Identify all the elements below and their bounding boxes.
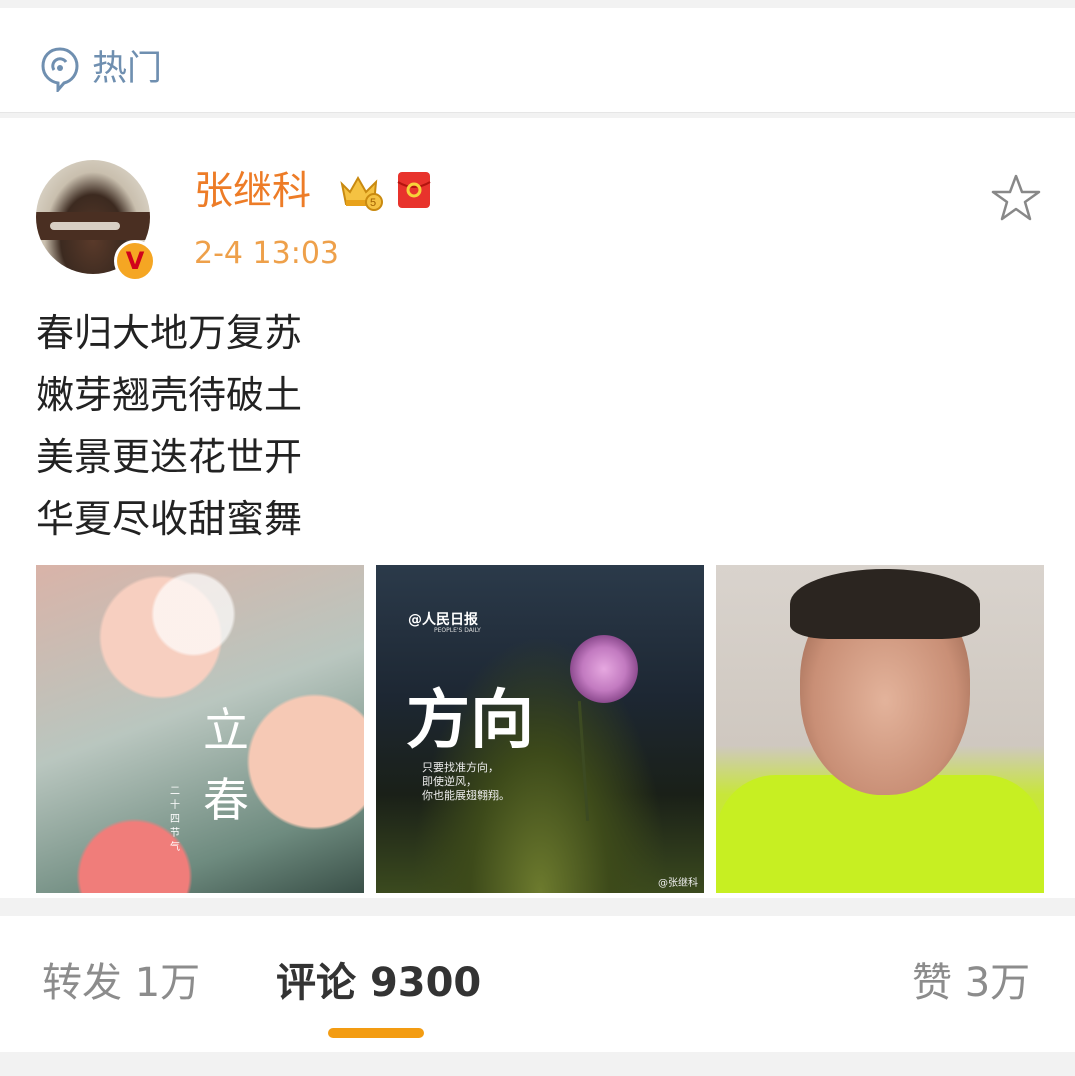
flower-stem bbox=[577, 701, 590, 821]
repost-label: 转发 bbox=[42, 960, 122, 1006]
image-1-caption: 二十四节气 bbox=[170, 786, 180, 853]
comment-count: 9300 bbox=[369, 960, 482, 1006]
avatar-band-light bbox=[50, 222, 120, 230]
image-2-logo: @人民日报 bbox=[408, 612, 478, 628]
tab-repost[interactable]: 转发 1万 bbox=[42, 956, 200, 1010]
tab-comment[interactable]: 评论 9300 bbox=[276, 956, 481, 1010]
repost-count: 1万 bbox=[134, 960, 201, 1006]
bottom-strip bbox=[0, 1052, 1075, 1076]
flower-graphic bbox=[570, 635, 638, 703]
image-2-watermark: @张继科 bbox=[658, 878, 698, 889]
image-1-title: 立春 bbox=[203, 703, 249, 827]
image-2-sub-lines: 只要找准方向， 即使逆风， 你也能展翅翱翔。 bbox=[422, 761, 510, 803]
post-timestamp: 2-4 13:03 bbox=[194, 236, 339, 271]
verified-badge: V bbox=[114, 240, 156, 282]
post-image-2[interactable]: @人民日报 PEOPLE'S DAILY 方向 只要找准方向， 即使逆风， 你也… bbox=[376, 565, 704, 893]
post-text: 春归大地万复苏 嫩芽翘壳待破土 美景更迭花世开 华夏尽收甜蜜舞 bbox=[36, 302, 736, 550]
username[interactable]: 张继科 bbox=[194, 166, 311, 218]
like-label: 赞 bbox=[912, 960, 952, 1006]
post-line: 华夏尽收甜蜜舞 bbox=[36, 497, 303, 541]
image-2-logo-sub: PEOPLE'S DAILY bbox=[434, 627, 481, 634]
image-2-sub-line: 你也能展翅翱翔。 bbox=[422, 789, 510, 802]
selfie-hair bbox=[790, 569, 980, 639]
crown-vip-icon[interactable]: 5 bbox=[338, 170, 384, 212]
location-bubble-icon bbox=[41, 47, 79, 92]
star-favorite-icon[interactable] bbox=[990, 172, 1042, 224]
comment-label: 评论 bbox=[276, 960, 356, 1006]
like-count: 3万 bbox=[964, 960, 1031, 1006]
post-line: 春归大地万复苏 bbox=[36, 311, 303, 355]
image-2-sub-line: 只要找准方向， bbox=[422, 761, 499, 774]
hot-label[interactable]: 热门 bbox=[92, 46, 162, 92]
divider bbox=[0, 898, 1075, 916]
image-2-title: 方向 bbox=[406, 683, 534, 758]
active-tab-indicator bbox=[328, 1028, 424, 1038]
svg-text:5: 5 bbox=[370, 197, 376, 209]
post-line: 美景更迭花世开 bbox=[36, 435, 303, 479]
header: 热门 bbox=[0, 8, 1075, 113]
post-actions-bar: 转发 1万 评论 9300 赞 3万 bbox=[0, 916, 1075, 1052]
red-packet-icon[interactable] bbox=[396, 170, 432, 210]
image-2-sub-line: 即使逆风， bbox=[422, 775, 477, 788]
post-image-3[interactable] bbox=[716, 565, 1044, 893]
top-strip bbox=[0, 0, 1075, 8]
tab-like[interactable]: 赞 3万 bbox=[912, 956, 1030, 1010]
post-line: 嫩芽翘壳待破土 bbox=[36, 373, 303, 417]
post-image-1[interactable]: 立春 二十四节气 bbox=[36, 565, 364, 893]
weibo-post-card: V 张继科 5 2-4 13:03 春归大地万复苏 嫩芽翘壳待破土 美景更迭花世… bbox=[0, 118, 1075, 898]
